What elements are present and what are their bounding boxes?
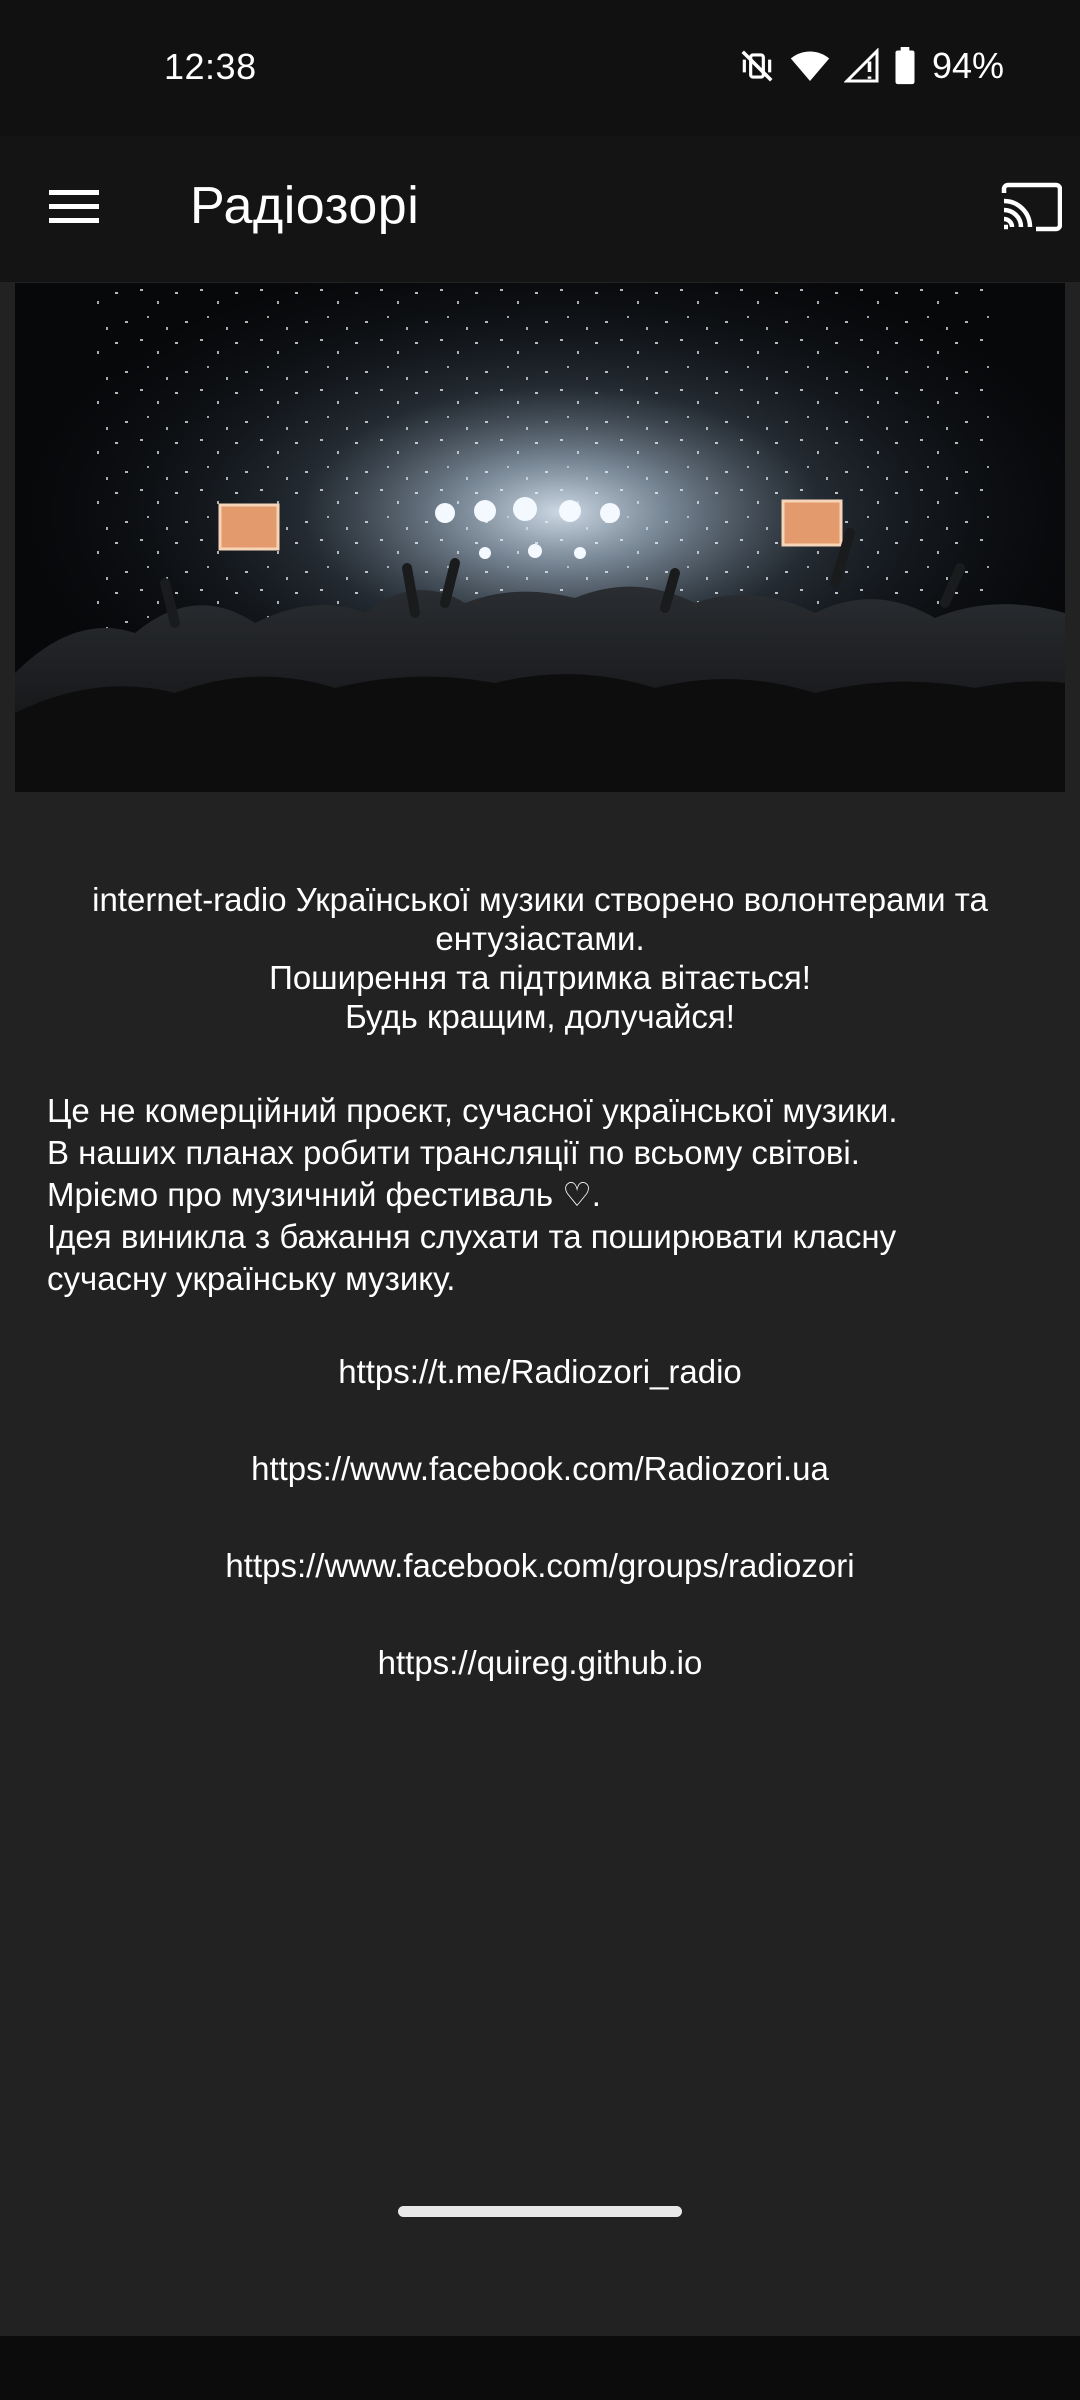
menu-button[interactable] (30, 173, 118, 245)
status-time: 12:38 (164, 46, 257, 87)
description-line: В наших планах робити трансляції по всьо… (47, 1134, 860, 1171)
navigation-bar (0, 2336, 1080, 2400)
app-bar: Радіозорі (0, 136, 1080, 282)
telegram-link[interactable]: https://t.me/Radiozori_radio (0, 1353, 1080, 1391)
vibrate-off-icon (738, 47, 776, 85)
battery-icon (894, 47, 916, 85)
facebook-group-link[interactable]: https://www.facebook.com/groups/radiozor… (0, 1547, 1080, 1585)
battery-percent: 94% (931, 45, 1004, 86)
cell-signal-icon (843, 48, 880, 84)
description-line: Ідея виникла з бажання слухати та поширю… (47, 1218, 897, 1255)
description-line: сучасну українську музику. (47, 1260, 456, 1297)
intro-line: Поширення та підтримка вітається! (269, 959, 811, 996)
cast-button[interactable] (1000, 172, 1080, 246)
intro-text: internet-radio Української музики створе… (0, 880, 1080, 1036)
cast-icon (1000, 181, 1063, 238)
intro-line: ентузіастами. (435, 920, 645, 957)
home-gesture-handle[interactable] (398, 2206, 682, 2217)
app-title: Радіозорі (190, 177, 420, 235)
description-line: Мріємо про музичний фестиваль ♡. (47, 1176, 601, 1213)
facebook-page-link[interactable]: https://www.facebook.com/Radiozori.ua (0, 1450, 1080, 1488)
description-line: Це не комерційний проєкт, сучасної украї… (47, 1092, 898, 1129)
hamburger-menu-icon (49, 187, 99, 232)
status-bar: 12:38 94% (0, 0, 1080, 136)
description-text: Це не комерційний проєкт, сучасної украї… (47, 1090, 1047, 1300)
wifi-icon (790, 48, 830, 84)
status-icons: 94% (738, 44, 1004, 88)
website-link[interactable]: https://quireg.github.io (0, 1644, 1080, 1682)
concert-crowd-image (15, 283, 1065, 792)
intro-line: internet-radio Української музики створе… (92, 881, 988, 918)
intro-line: Будь кращим, долучайся! (345, 998, 735, 1035)
